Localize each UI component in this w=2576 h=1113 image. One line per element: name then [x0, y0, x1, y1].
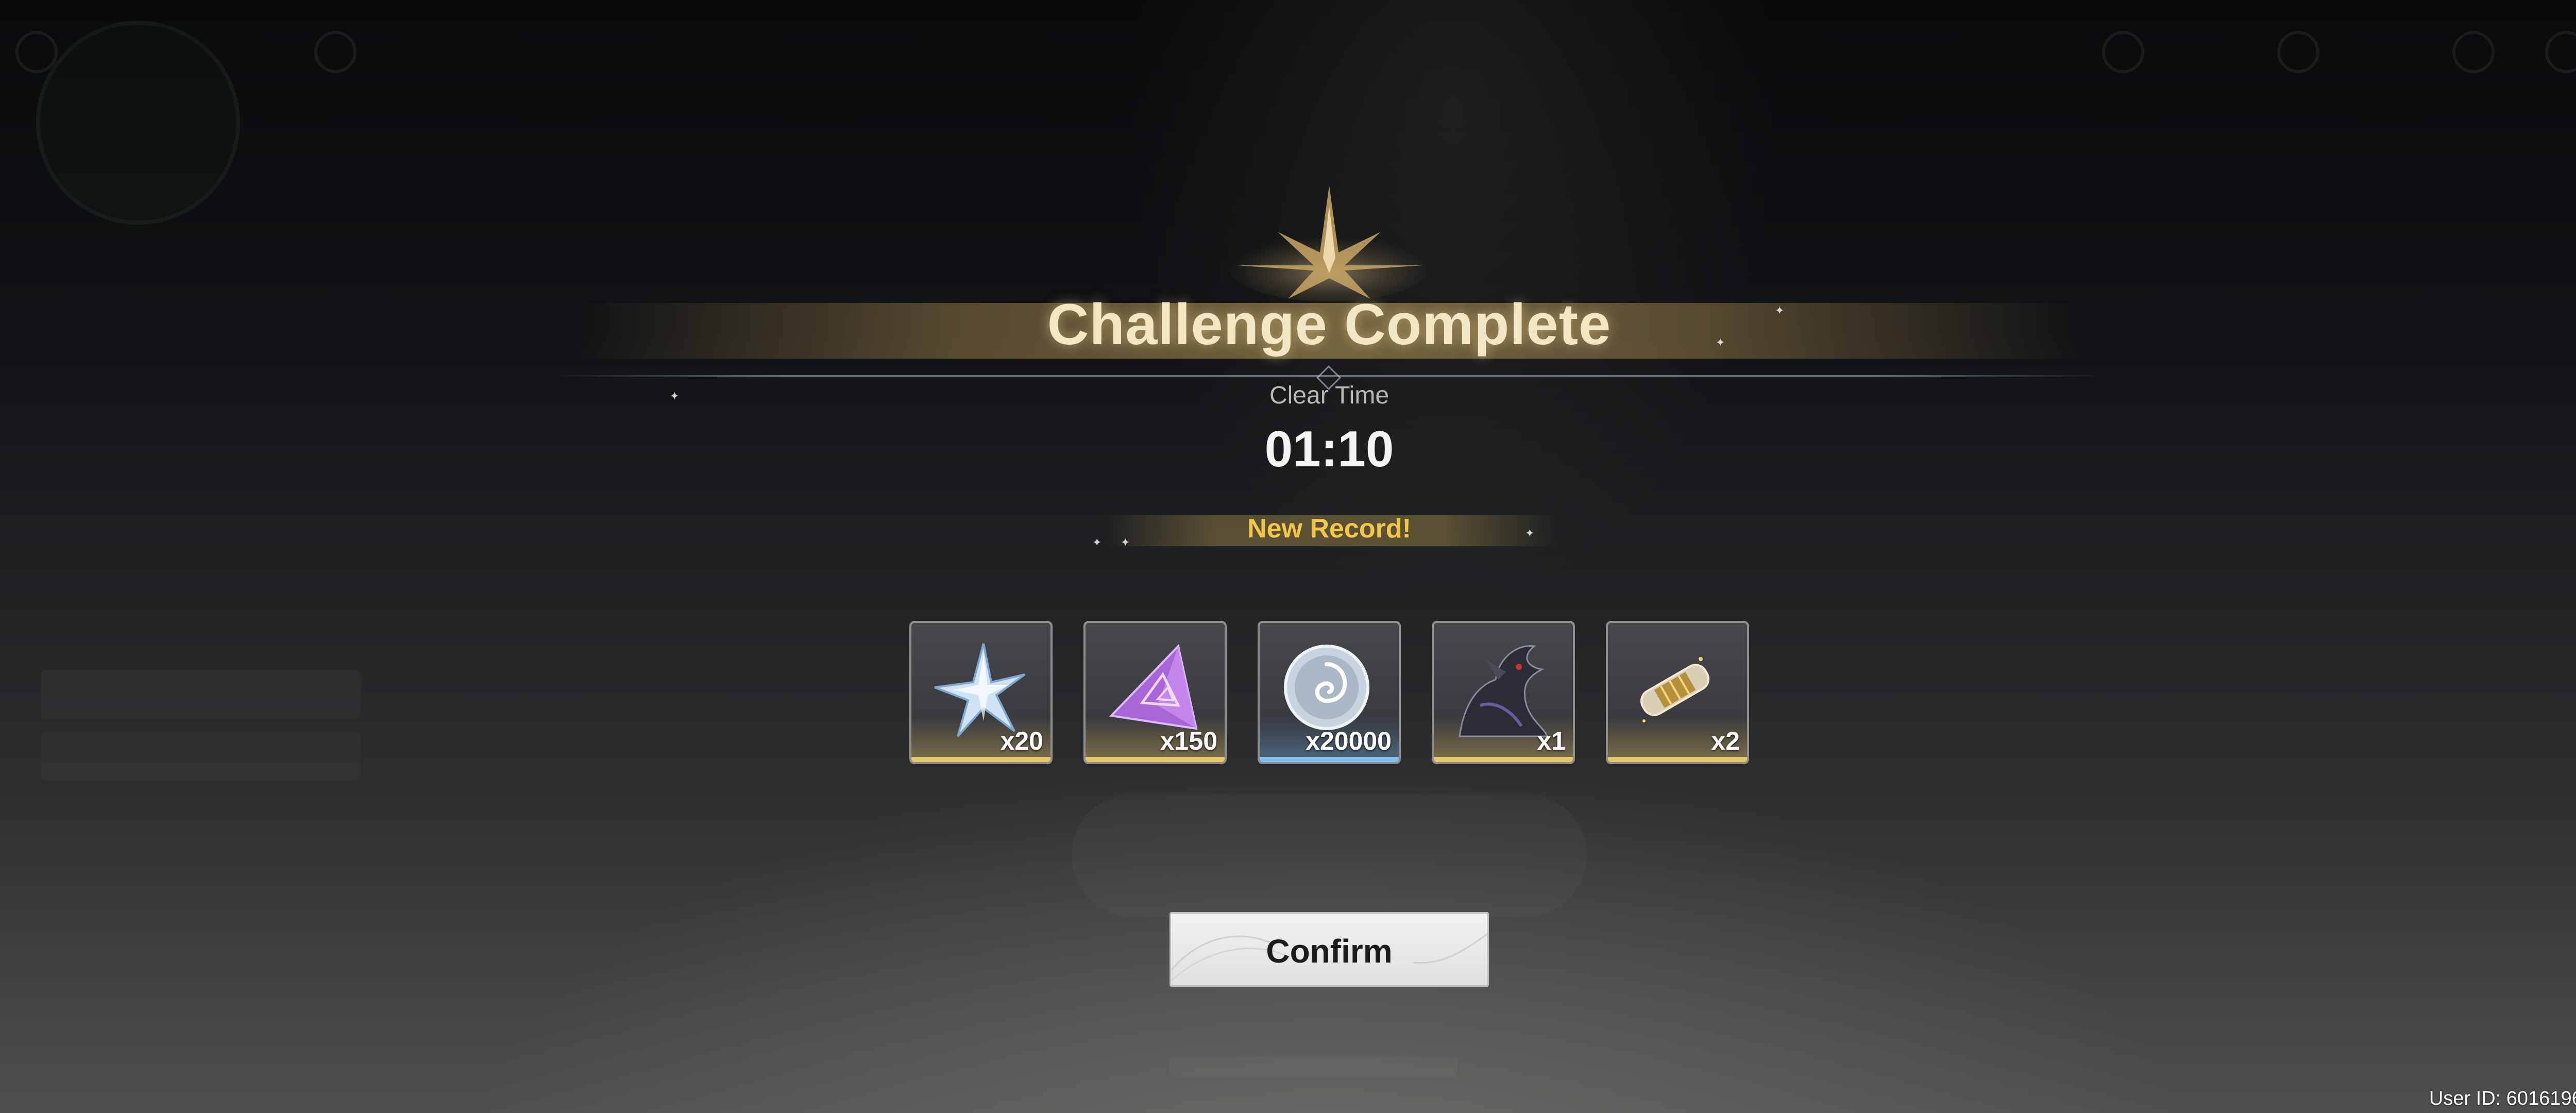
reward-quantity: x20 [1000, 727, 1043, 755]
sparkle-icon: ✦ [1092, 536, 1102, 549]
reward-item[interactable]: x20000 [1258, 621, 1401, 764]
new-record-label: New Record! [1247, 514, 1411, 544]
reward-quantity: x150 [1160, 727, 1217, 755]
rarity-bar [911, 757, 1050, 762]
reward-quantity: x2 [1711, 727, 1740, 755]
page-title: Challenge Complete [1047, 292, 1612, 357]
confirm-button[interactable]: Confirm [1170, 912, 1489, 987]
rarity-bar [1608, 757, 1747, 762]
rewards-list: x20 x150 x20000 x1 x2 [909, 621, 1749, 765]
sparkle-icon: ✦ [1525, 527, 1535, 539]
reward-item[interactable]: x2 [1606, 621, 1749, 764]
reward-quantity: x20000 [1306, 727, 1392, 755]
confirm-button-label: Confirm [1266, 933, 1393, 970]
clear-time-value: 01:10 [1264, 420, 1394, 477]
sparkle-icon: ✦ [670, 390, 680, 402]
reward-item[interactable]: x1 [1432, 621, 1575, 764]
sparkle-icon: ✦ [1716, 336, 1725, 349]
sparkle-icon: ✦ [1121, 536, 1130, 549]
reward-quantity: x1 [1537, 727, 1566, 755]
sparkle-icon: ✦ [1775, 304, 1785, 317]
rarity-bar [1260, 757, 1399, 762]
user-id: User ID: 601619684 [2429, 1088, 2576, 1109]
clear-time-label: Clear Time [1269, 382, 1389, 409]
rarity-bar [1434, 757, 1573, 762]
reward-item[interactable]: x20 [909, 621, 1053, 764]
rarity-bar [1086, 757, 1225, 762]
reward-item[interactable]: x150 [1083, 621, 1227, 764]
